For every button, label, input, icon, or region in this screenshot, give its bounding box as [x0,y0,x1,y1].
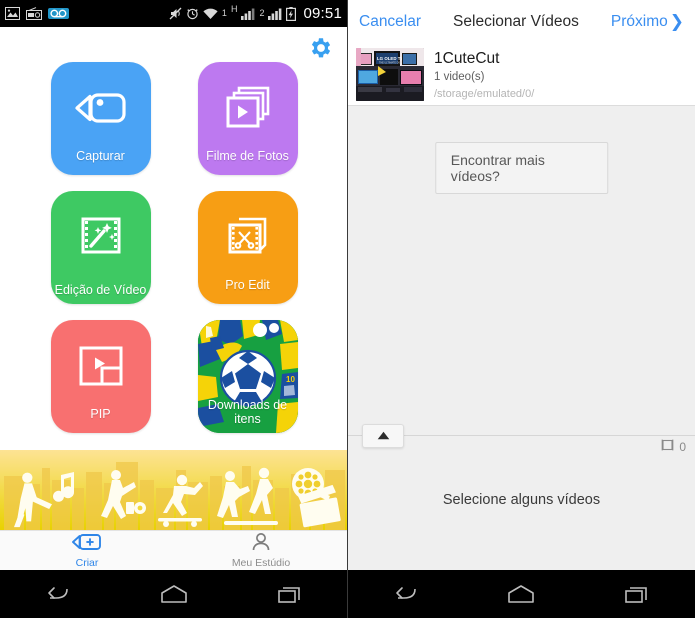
film-frame-icon [661,438,674,456]
tab-label: Meu Estúdio [231,556,291,569]
folder-path: /storage/emulated/0/ [434,88,535,100]
select-videos-hint: Selecione alguns vídeos [442,492,601,508]
android-nav-bar-right [348,570,695,618]
next-button[interactable]: Próximo ❯ [611,13,684,31]
film-scissors-icon [223,208,273,266]
gear-icon [308,35,334,66]
video-grid-area: Encontrar mais vídeos? 0 [348,106,695,462]
video-thumbnail: LG OLED TV THE ULTIMATE DISPLAY [356,48,424,101]
status-clock: 09:51 [303,5,342,22]
alarm-icon [186,7,199,20]
tile-row: Edição de Vídeo Pro Edit [0,191,348,304]
tile-pro-edit[interactable]: Pro Edit [197,191,298,304]
signal-icon [268,8,282,20]
recents-button[interactable] [614,577,660,611]
svg-text:10: 10 [286,375,295,384]
voicemail-icon [48,8,69,19]
image-icon [5,7,20,20]
folder-video-count: 1 video(s) [434,71,485,83]
clip-count-value: 0 [679,440,686,454]
video-picker-header: Cancelar Selecionar Vídeos Próximo ❯ [348,0,695,43]
tile-label: Downloads de itens [207,398,288,426]
android-nav-bar-left [0,570,348,618]
picture-in-picture-icon [77,337,125,395]
person-icon [251,532,271,556]
chevron-right-icon: ❯ [669,12,684,31]
svg-text:LG OLED TV: LG OLED TV [377,56,403,61]
radio-icon [26,7,42,20]
settings-button[interactable] [306,35,336,65]
home-button[interactable] [498,577,544,611]
battery-charging-icon [286,6,297,21]
photo-stack-play-icon [222,79,274,137]
back-button[interactable] [383,577,429,611]
tile-edicao-de-video[interactable]: Edição de Vídeo [50,191,151,304]
promo-banner [0,450,348,530]
status-bar: 1 H 2 09:51 [0,0,348,27]
signal-icon [241,8,255,20]
tile-capturar[interactable]: Capturar [50,62,151,175]
tab-meu-estudio[interactable]: Meu Estúdio [174,531,348,570]
tile-label: Capturar [76,149,125,163]
left-phone-panel: 1 H 2 09:51 Capturar Filme de Fotos Ediç… [0,0,348,618]
sim2-label: 2 [259,8,265,18]
wifi-icon [203,8,218,20]
expand-up-button[interactable] [362,424,404,448]
right-phone-panel: Cancelar Selecionar Vídeos Próximo ❯ LG … [348,0,695,618]
tile-row: PIP 10 Downloads de itens [0,320,348,433]
timeline-handle-row: 0 [348,424,695,462]
tile-pip[interactable]: PIP [50,320,151,433]
clip-counter: 0 [661,438,686,456]
recents-button[interactable] [267,577,313,611]
tile-downloads-de-itens[interactable]: 10 Downloads de itens [197,320,298,433]
folder-name: 1CuteCut [434,50,500,67]
dual-phone-screenshot: 1 H 2 09:51 Capturar Filme de Fotos Ediç… [0,0,695,618]
film-magic-wand-icon [76,208,126,266]
folder-list-item[interactable]: LG OLED TV THE ULTIMATE DISPLAY 1CuteCut… [348,43,695,106]
tile-label: PIP [90,407,111,421]
tile-label: Pro Edit [225,278,270,292]
tab-label: Criar [75,556,99,569]
cancel-button[interactable]: Cancelar [359,13,421,31]
tile-filme-de-fotos[interactable]: Filme de Fotos [197,62,298,175]
tile-label: Filme de Fotos [206,149,289,163]
home-button[interactable] [151,577,197,611]
tile-label: Edição de Vídeo [54,283,147,297]
next-label: Próximo [610,12,668,30]
page-title: Selecionar Vídeos [453,12,579,30]
bottom-tab-bar: Criar Meu Estúdio [0,530,348,570]
tile-row: Capturar Filme de Fotos [0,62,348,175]
find-more-videos-button[interactable]: Encontrar mais vídeos? [434,142,609,194]
app-tile-grid: Capturar Filme de Fotos Edição de Vídeo … [0,62,348,449]
back-button[interactable] [35,577,81,611]
triangle-up-icon [377,427,390,445]
video-camera-icon [73,79,129,137]
folder-meta: 1CuteCut 1 video(s) [424,48,499,83]
tab-criar[interactable]: Criar [0,531,174,570]
mute-icon [169,7,182,20]
video-plus-icon [72,533,102,556]
network-h-icon: H [230,4,238,14]
sim1-label: 1 [221,8,227,18]
